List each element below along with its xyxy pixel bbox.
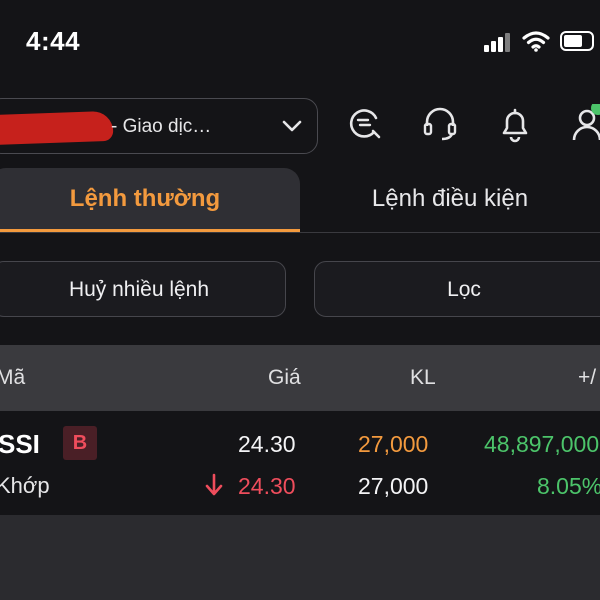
empty-list-area (0, 515, 600, 600)
matched-price: 24.30 (238, 473, 296, 499)
order-search-icon[interactable] (344, 104, 384, 144)
status-time: 4:44 (26, 26, 81, 56)
table-header: Mã Giá KL +/ (0, 345, 600, 411)
order-price: 24.30 (238, 431, 296, 457)
account-selector-label: - Giao dịc… (111, 116, 212, 137)
status-bar: 4:44 (0, 0, 600, 86)
order-symbol: SSI (0, 429, 40, 459)
order-status: Khớp (0, 473, 50, 498)
chevron-down-icon (282, 120, 302, 132)
cancel-multiple-orders-button[interactable]: Huỷ nhiều lệnh (0, 261, 286, 317)
cellular-signal-icon (484, 32, 512, 52)
header-volume: KL (410, 366, 436, 389)
order-tabs: Lệnh thường Lệnh điều kiện (0, 168, 600, 233)
matched-volume: 27,000 (358, 473, 429, 499)
table-row[interactable]: SSI B 24.30 27,000 48,897,000 Khớp 24.30… (0, 411, 600, 515)
bell-icon[interactable] (495, 104, 535, 144)
change-percent: 8.05% (537, 473, 600, 499)
filter-button[interactable]: Lọc (314, 261, 600, 317)
redacted-account-number (0, 110, 114, 146)
header-price: Giá (268, 366, 301, 389)
order-volume: 27,000 (358, 431, 429, 457)
tab-conditional-orders[interactable]: Lệnh điều kiện (300, 168, 600, 229)
wifi-icon (522, 31, 550, 52)
buy-side-badge: B (63, 426, 97, 460)
filter-bar: Huỷ nhiều lệnh Lọc (0, 233, 600, 345)
order-value: 48,897,000 (484, 431, 600, 457)
account-selector[interactable]: - Giao dịc… (0, 98, 318, 154)
account-user-icon[interactable] (570, 104, 600, 144)
battery-icon (560, 31, 594, 51)
arrow-down-icon (205, 473, 223, 496)
header-change: +/ (578, 366, 597, 389)
tab-normal-orders[interactable]: Lệnh thường (0, 168, 300, 232)
header-symbol: Mã (0, 366, 26, 389)
support-headset-icon[interactable] (420, 104, 460, 144)
